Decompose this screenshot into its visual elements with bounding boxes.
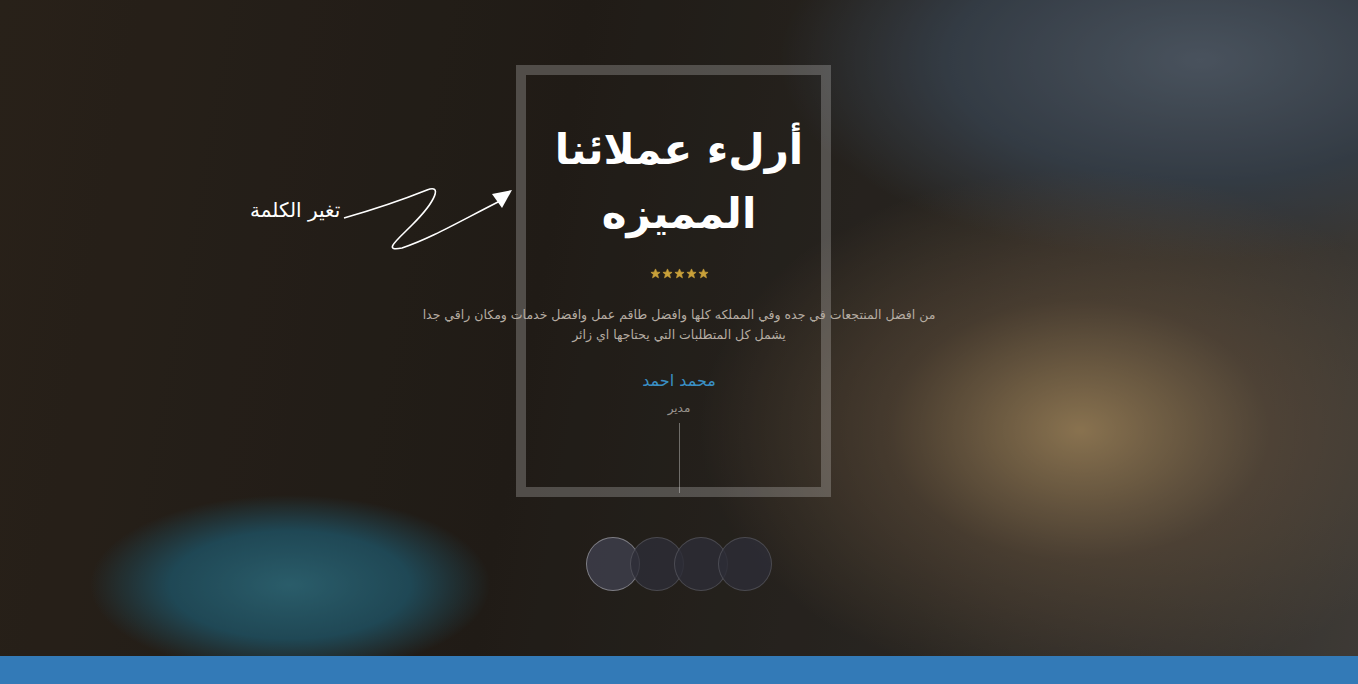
testimonial-text: من افضل المنتجعات في جده وفي المملكه كله… <box>409 305 949 345</box>
testimonial-hero: تغير الكلمة أرلء عملائناالمميزه من افضل ال… <box>0 0 1358 656</box>
star-icon <box>662 268 673 279</box>
divider-line <box>679 423 680 493</box>
title-line: المميزه <box>602 182 757 246</box>
star-icon <box>650 268 661 279</box>
title: أرلء عملائناالمميزه <box>555 118 804 246</box>
annotation-text: تغير الكلمة <box>250 198 340 222</box>
star-icon <box>698 268 709 279</box>
page: تغير الكلمة أرلء عملائناالمميزه من افضل ال… <box>0 0 1358 684</box>
star-rating <box>650 268 709 279</box>
author-name[interactable]: محمد احمد <box>642 369 716 393</box>
testimonial: أرلء عملائناالمميزه من افضل المنتجعات في … <box>0 0 1358 591</box>
author-role: مدير <box>668 399 691 417</box>
arrow-icon <box>342 180 522 260</box>
title-line: أرلء عملائنا <box>555 118 804 182</box>
star-icon <box>686 268 697 279</box>
bottom-bar <box>0 656 1358 684</box>
annotation: تغير الكلمة <box>250 176 522 260</box>
slide-selector <box>586 537 772 591</box>
slide-avatar[interactable] <box>718 537 772 591</box>
star-icon <box>674 268 685 279</box>
